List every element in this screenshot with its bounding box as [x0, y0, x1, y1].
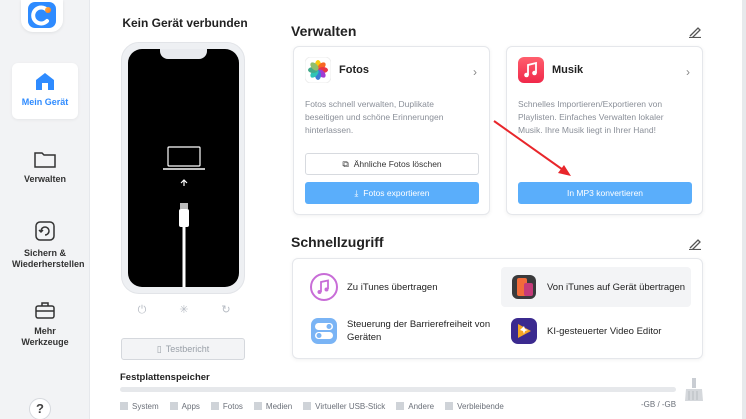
brightness-icon[interactable]: ✳ — [177, 303, 191, 317]
convert-to-mp3-label: In MP3 konvertieren — [566, 188, 644, 198]
video-editor-icon — [511, 318, 537, 344]
photo-duplicate-icon: ⧉ — [342, 158, 349, 169]
quick-access-title: Schnellzugriff — [291, 234, 384, 250]
home-icon — [36, 73, 54, 90]
storage-total: -GB / -GB — [641, 400, 677, 409]
legend-item: System — [120, 402, 159, 411]
sidebar-item-more-tools[interactable]: Mehr Werkzeuge — [12, 300, 78, 348]
photos-card-header: Fotos — [305, 57, 369, 83]
music-card[interactable]: Musik › Schnelles Importieren/Exportiere… — [506, 46, 703, 215]
legend-item: Virtueller USB-Stick — [303, 402, 385, 411]
backup-icon — [35, 221, 55, 241]
sidebar-item-label: Verwalten — [23, 174, 67, 184]
sidebar-item-label: Sichern & Wiederherstellen — [12, 248, 85, 269]
app-logo — [21, 0, 63, 32]
sidebar-item-label: Mehr Werkzeuge — [21, 326, 69, 347]
device-actions: ⏻ ✳ ↻ — [121, 300, 245, 322]
sidebar-item-label: Mein Gerät — [21, 97, 69, 107]
window-edge — [742, 0, 746, 419]
folder-icon — [34, 152, 56, 168]
music-card-header: Musik — [518, 57, 583, 83]
test-report-label: Testbericht — [165, 344, 210, 354]
clipboard-icon: ▯ — [156, 343, 162, 354]
export-photos-button[interactable]: ⤓ Fotos exportieren — [305, 182, 479, 204]
quick-item-label: Zu iTunes übertragen — [347, 281, 438, 293]
chevron-right-icon[interactable]: › — [686, 65, 690, 79]
help-button[interactable]: ? — [29, 398, 51, 419]
storage-bar — [120, 387, 676, 392]
itunes-icon — [310, 273, 338, 301]
power-icon[interactable]: ⏻ — [135, 303, 149, 317]
quick-item-video-editor[interactable]: KI-gesteuerter Video Editor — [501, 311, 691, 351]
delete-similar-photos-button[interactable]: ⧉ Ähnliche Fotos löschen — [305, 153, 479, 175]
quick-item-label: Von iTunes auf Gerät übertragen — [547, 281, 686, 293]
connect-cable-illustration — [163, 146, 205, 287]
quick-item-itunes-to-device[interactable]: Von iTunes auf Gerät übertragen — [501, 267, 691, 307]
quick-access-panel: Zu iTunes übertragen Von iTunes auf Gerä… — [292, 258, 703, 359]
phone-illustration — [121, 42, 245, 294]
phone-screen — [128, 49, 239, 287]
sidebar-item-backup[interactable]: Sichern & Wiederherstellen — [12, 220, 84, 270]
storage-title: Festplattenspeicher — [120, 372, 210, 383]
quick-item-label: KI-gesteuerter Video Editor — [547, 325, 662, 337]
delete-similar-photos-label: Ähnliche Fotos löschen — [353, 159, 442, 169]
broom-icon[interactable] — [683, 377, 705, 403]
music-card-title: Musik — [552, 64, 584, 76]
legend-item: Andere — [396, 402, 434, 411]
photos-app-icon — [305, 57, 331, 83]
download-icon: ⤓ — [354, 187, 359, 198]
photos-card[interactable]: Fotos › Fotos schnell verwalten, Duplika… — [293, 46, 490, 215]
music-card-description: Schnelles Importieren/Exportieren von Pl… — [518, 99, 664, 135]
chevron-right-icon[interactable]: › — [473, 65, 477, 79]
convert-to-mp3-button[interactable]: In MP3 konvertieren — [518, 182, 692, 204]
accessibility-toggle-icon — [311, 318, 337, 344]
sidebar-item-my-device[interactable]: Mein Gerät — [12, 63, 78, 119]
sidebar: Mein Gerät Verwalten Sichern & Wiederher… — [0, 0, 90, 419]
phone-notch — [160, 49, 207, 59]
refresh-icon[interactable]: ↻ — [219, 303, 233, 317]
photos-card-description: Fotos schnell verwalten, Duplikate besei… — [305, 99, 444, 135]
photos-card-title: Fotos — [339, 64, 369, 76]
music-app-icon — [518, 57, 544, 83]
quick-item-label: Steuerung der Barrierefreiheit von Gerät… — [347, 319, 491, 343]
legend-item: Medien — [253, 402, 292, 411]
sidebar-item-manage[interactable]: Verwalten — [12, 150, 78, 185]
legend-item: Apps — [169, 402, 200, 411]
toolbox-icon — [35, 302, 55, 319]
storage-legend: System Apps Fotos Medien Virtueller USB-… — [120, 400, 515, 412]
legend-item: Fotos — [210, 402, 243, 411]
device-status-title: Kein Gerät verbunden — [122, 16, 248, 30]
quick-item-to-itunes[interactable]: Zu iTunes übertragen — [301, 267, 491, 307]
test-report-button[interactable]: ▯ Testbericht — [121, 338, 245, 360]
device-transfer-icon — [512, 275, 536, 299]
export-photos-label: Fotos exportieren — [363, 188, 430, 198]
edit-icon[interactable] — [688, 236, 702, 250]
quick-item-accessibility[interactable]: Steuerung der Barrierefreiheit von Gerät… — [301, 311, 491, 351]
legend-item: Verbleibende — [445, 402, 504, 411]
edit-icon[interactable] — [688, 24, 702, 38]
manage-section-title: Verwalten — [291, 23, 357, 39]
